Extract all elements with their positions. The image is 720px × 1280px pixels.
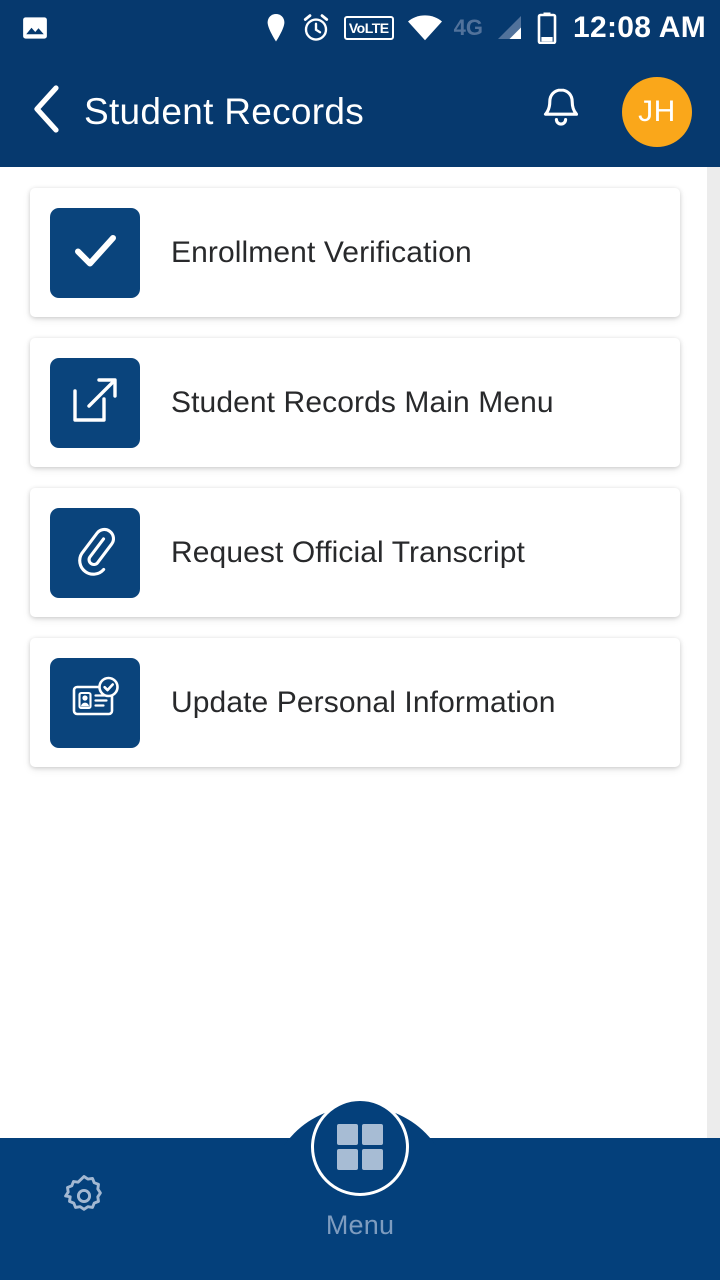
alarm-clock-icon [301, 13, 331, 43]
menu-button[interactable]: Menu [311, 1098, 409, 1241]
check-icon [68, 223, 122, 282]
list-item[interactable]: Update Personal Information [30, 638, 680, 767]
signal-bars-icon [494, 13, 524, 43]
app-header: Student Records JH [0, 56, 720, 167]
grid-cell [337, 1124, 358, 1145]
bell-icon [539, 85, 583, 138]
item-icon-tile [50, 657, 140, 748]
notifications-button[interactable] [536, 85, 586, 139]
grid-icon [337, 1124, 383, 1170]
menu-button-circle [311, 1098, 409, 1196]
item-icon-tile [50, 507, 140, 598]
volte-badge: VoLTE [343, 16, 394, 40]
list-item[interactable]: Request Official Transcript [30, 488, 680, 617]
external-link-icon [70, 375, 120, 430]
phone-screen: VoLTE 4G 12:08 AM Student Records JH Enr… [0, 0, 720, 1280]
paperclip-icon [68, 523, 122, 582]
volte-label: VoLTE [348, 20, 389, 36]
photo-icon [20, 13, 50, 43]
list-item-label: Enrollment Verification [171, 235, 472, 269]
list-item-label: Student Records Main Menu [171, 385, 554, 419]
grid-cell [362, 1149, 383, 1170]
status-bar-left [20, 13, 50, 43]
content-area: Enrollment Verification Student Records … [0, 167, 720, 1138]
status-bar-right: VoLTE 4G 12:08 AM [264, 11, 706, 45]
chevron-left-icon [30, 84, 64, 139]
network-type-label: 4G [453, 15, 483, 40]
item-icon-tile [50, 357, 140, 448]
bottom-navigation-bar: Menu [0, 1098, 720, 1280]
back-button[interactable] [24, 82, 70, 142]
status-bar-clock: 12:08 AM [572, 11, 706, 44]
list-item-label: Update Personal Information [171, 685, 556, 719]
app-header-actions: JH [536, 76, 692, 147]
menu-card-list: Enrollment Verification Student Records … [0, 188, 707, 788]
wifi-icon [407, 14, 443, 42]
status-bar: VoLTE 4G 12:08 AM [0, 0, 720, 56]
grid-cell [362, 1124, 383, 1145]
list-item-label: Request Official Transcript [171, 535, 525, 569]
scrollbar-track[interactable] [707, 167, 720, 1138]
avatar-initials: JH [638, 94, 676, 128]
list-item[interactable]: Student Records Main Menu [30, 338, 680, 467]
list-item[interactable]: Enrollment Verification [30, 188, 680, 317]
id-card-check-icon [69, 674, 121, 731]
gear-icon [58, 1170, 110, 1227]
menu-button-label: Menu [325, 1210, 395, 1240]
settings-button[interactable] [48, 1162, 120, 1234]
grid-cell [337, 1149, 358, 1170]
page-title: Student Records [84, 90, 365, 132]
location-pin-icon [264, 13, 288, 43]
battery-icon [537, 12, 557, 44]
item-icon-tile [50, 207, 140, 298]
user-avatar[interactable]: JH [622, 76, 692, 147]
